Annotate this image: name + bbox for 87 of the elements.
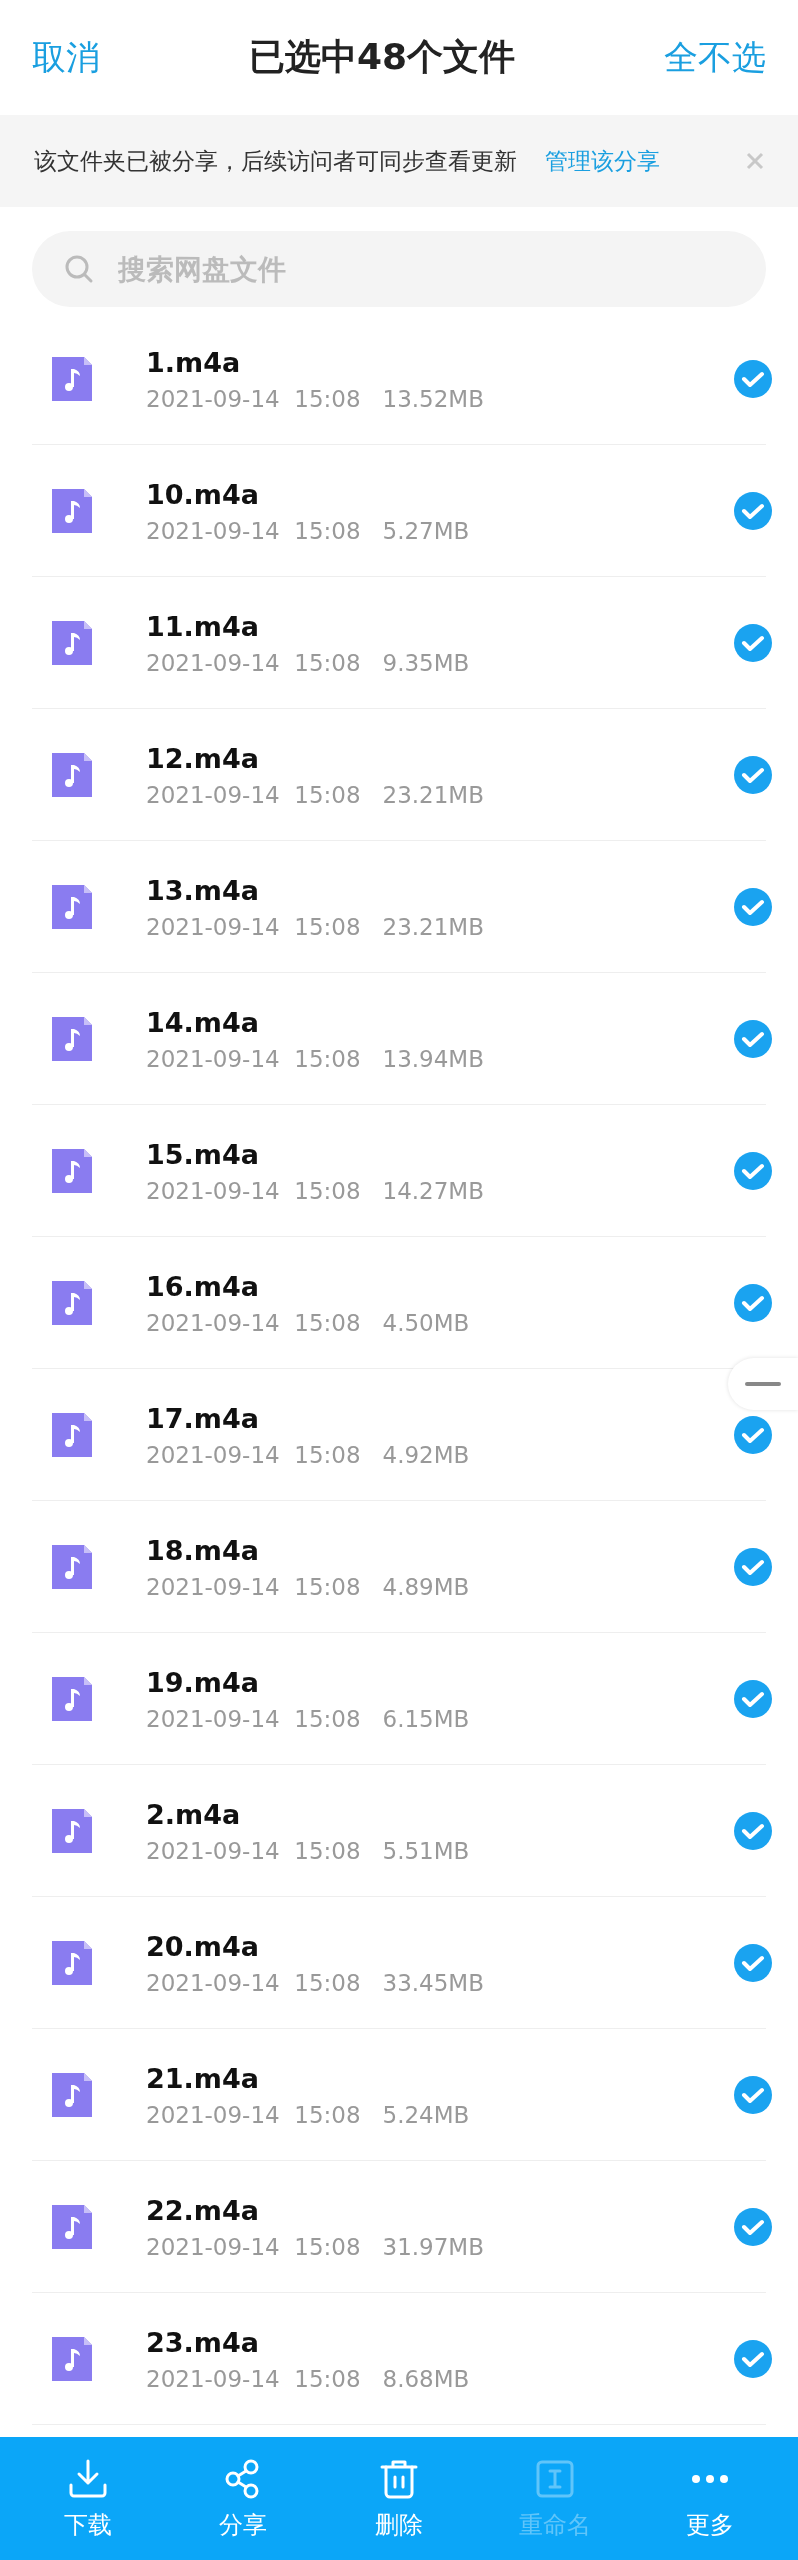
side-handle[interactable] xyxy=(728,1358,798,1410)
file-row[interactable]: 1.m4a 2021-09-14 15:08 13.52MB xyxy=(0,313,798,445)
file-details: 2021-09-14 15:08 31.97MB xyxy=(146,2233,484,2260)
checkbox[interactable] xyxy=(734,1020,772,1058)
music-file-icon xyxy=(52,1281,92,1325)
file-name: 14.m4a xyxy=(146,1006,259,1038)
music-file-icon xyxy=(52,489,92,533)
file-name: 12.m4a xyxy=(146,742,259,774)
checkbox[interactable] xyxy=(734,1812,772,1850)
file-details: 2021-09-14 15:08 5.24MB xyxy=(146,2101,470,2128)
file-name: 18.m4a xyxy=(146,1534,259,1566)
music-file-icon xyxy=(52,621,92,665)
file-details: 2021-09-14 15:08 33.45MB xyxy=(146,1969,484,1996)
checkbox[interactable] xyxy=(734,756,772,794)
music-file-icon xyxy=(52,1017,92,1061)
file-details: 2021-09-14 15:08 23.21MB xyxy=(146,781,484,808)
music-file-icon xyxy=(52,2205,92,2249)
search-field[interactable]: 搜索网盘文件 xyxy=(32,231,766,307)
file-row[interactable]: 22.m4a 2021-09-14 15:08 31.97MB xyxy=(0,2161,798,2293)
file-row[interactable]: 23.m4a 2021-09-14 15:08 8.68MB xyxy=(0,2293,798,2425)
music-file-icon xyxy=(52,753,92,797)
file-name: 21.m4a xyxy=(146,2062,259,2094)
file-row[interactable]: 21.m4a 2021-09-14 15:08 5.24MB xyxy=(0,2029,798,2161)
file-details: 2021-09-14 15:08 6.15MB xyxy=(146,1705,470,1732)
file-name: 16.m4a xyxy=(146,1270,259,1302)
file-name: 15.m4a xyxy=(146,1138,259,1170)
music-file-icon xyxy=(52,1413,92,1457)
file-name: 13.m4a xyxy=(146,874,259,906)
checkbox[interactable] xyxy=(734,1944,772,1982)
music-file-icon xyxy=(52,357,92,401)
music-file-icon xyxy=(52,1941,92,1985)
file-details: 2021-09-14 15:08 23.21MB xyxy=(146,913,484,940)
file-name: 20.m4a xyxy=(146,1930,259,1962)
file-row[interactable]: 18.m4a 2021-09-14 15:08 4.89MB xyxy=(0,1501,798,1633)
checkbox[interactable] xyxy=(734,2340,772,2378)
file-row[interactable]: 16.m4a 2021-09-14 15:08 4.50MB xyxy=(0,1237,798,1369)
file-details: 2021-09-14 15:08 4.92MB xyxy=(146,1441,470,1468)
music-file-icon xyxy=(52,2337,92,2381)
music-file-icon xyxy=(52,1545,92,1589)
file-details: 2021-09-14 15:08 5.51MB xyxy=(146,1837,470,1864)
file-details: 2021-09-14 15:08 8.68MB xyxy=(146,2365,470,2392)
music-file-icon xyxy=(52,2073,92,2117)
file-name: 1.m4a xyxy=(146,346,241,378)
checkbox[interactable] xyxy=(734,624,772,662)
music-file-icon xyxy=(52,1149,92,1193)
checkbox[interactable] xyxy=(734,1152,772,1190)
file-row[interactable]: 17.m4a 2021-09-14 15:08 4.92MB xyxy=(0,1369,798,1501)
page-title: 已选中48个文件 xyxy=(248,35,516,79)
checkbox[interactable] xyxy=(734,1680,772,1718)
music-file-icon xyxy=(52,1677,92,1721)
checkbox[interactable] xyxy=(734,1284,772,1322)
file-row[interactable]: 11.m4a 2021-09-14 15:08 9.35MB xyxy=(0,577,798,709)
file-row[interactable]: 12.m4a 2021-09-14 15:08 23.21MB xyxy=(0,709,798,841)
file-details: 2021-09-14 15:08 4.89MB xyxy=(146,1573,470,1600)
file-row[interactable]: 19.m4a 2021-09-14 15:08 6.15MB xyxy=(0,1633,798,1765)
file-row[interactable]: 15.m4a 2021-09-14 15:08 14.27MB xyxy=(0,1105,798,1237)
file-name: 17.m4a xyxy=(146,1402,259,1434)
checkbox[interactable] xyxy=(734,1416,772,1454)
checkbox[interactable] xyxy=(734,360,772,398)
close-icon[interactable] xyxy=(746,152,764,170)
file-details: 2021-09-14 15:08 13.94MB xyxy=(146,1045,484,1072)
checkbox[interactable] xyxy=(734,2076,772,2114)
file-name: 22.m4a xyxy=(146,2194,259,2226)
file-row[interactable]: 13.m4a 2021-09-14 15:08 23.21MB xyxy=(0,841,798,973)
file-name: 2.m4a xyxy=(146,1798,241,1830)
file-name: 10.m4a xyxy=(146,478,259,510)
share-notice-text: 该文件夹已被分享，后续访问者可同步查看更新 xyxy=(34,146,517,176)
search-icon xyxy=(64,254,94,284)
file-name: 19.m4a xyxy=(146,1666,259,1698)
music-file-icon xyxy=(52,1809,92,1853)
music-file-icon xyxy=(52,885,92,929)
file-row[interactable]: 10.m4a 2021-09-14 15:08 5.27MB xyxy=(0,445,798,577)
file-details: 2021-09-14 15:08 4.50MB xyxy=(146,1309,470,1336)
file-row[interactable]: 2.m4a 2021-09-14 15:08 5.51MB xyxy=(0,1765,798,1897)
checkbox[interactable] xyxy=(734,2208,772,2246)
file-details: 2021-09-14 15:08 9.35MB xyxy=(146,649,470,676)
file-name: 23.m4a xyxy=(146,2326,259,2358)
checkbox[interactable] xyxy=(734,492,772,530)
checkbox[interactable] xyxy=(734,888,772,926)
file-name: 11.m4a xyxy=(146,610,259,642)
file-details: 2021-09-14 15:08 5.27MB xyxy=(146,517,470,544)
file-row[interactable]: 14.m4a 2021-09-14 15:08 13.94MB xyxy=(0,973,798,1105)
file-details: 2021-09-14 15:08 13.52MB xyxy=(146,385,484,412)
checkbox[interactable] xyxy=(734,1548,772,1586)
more-icon xyxy=(690,2474,731,2483)
file-details: 2021-09-14 15:08 14.27MB xyxy=(146,1177,484,1204)
file-row[interactable]: 20.m4a 2021-09-14 15:08 33.45MB xyxy=(0,1897,798,2029)
